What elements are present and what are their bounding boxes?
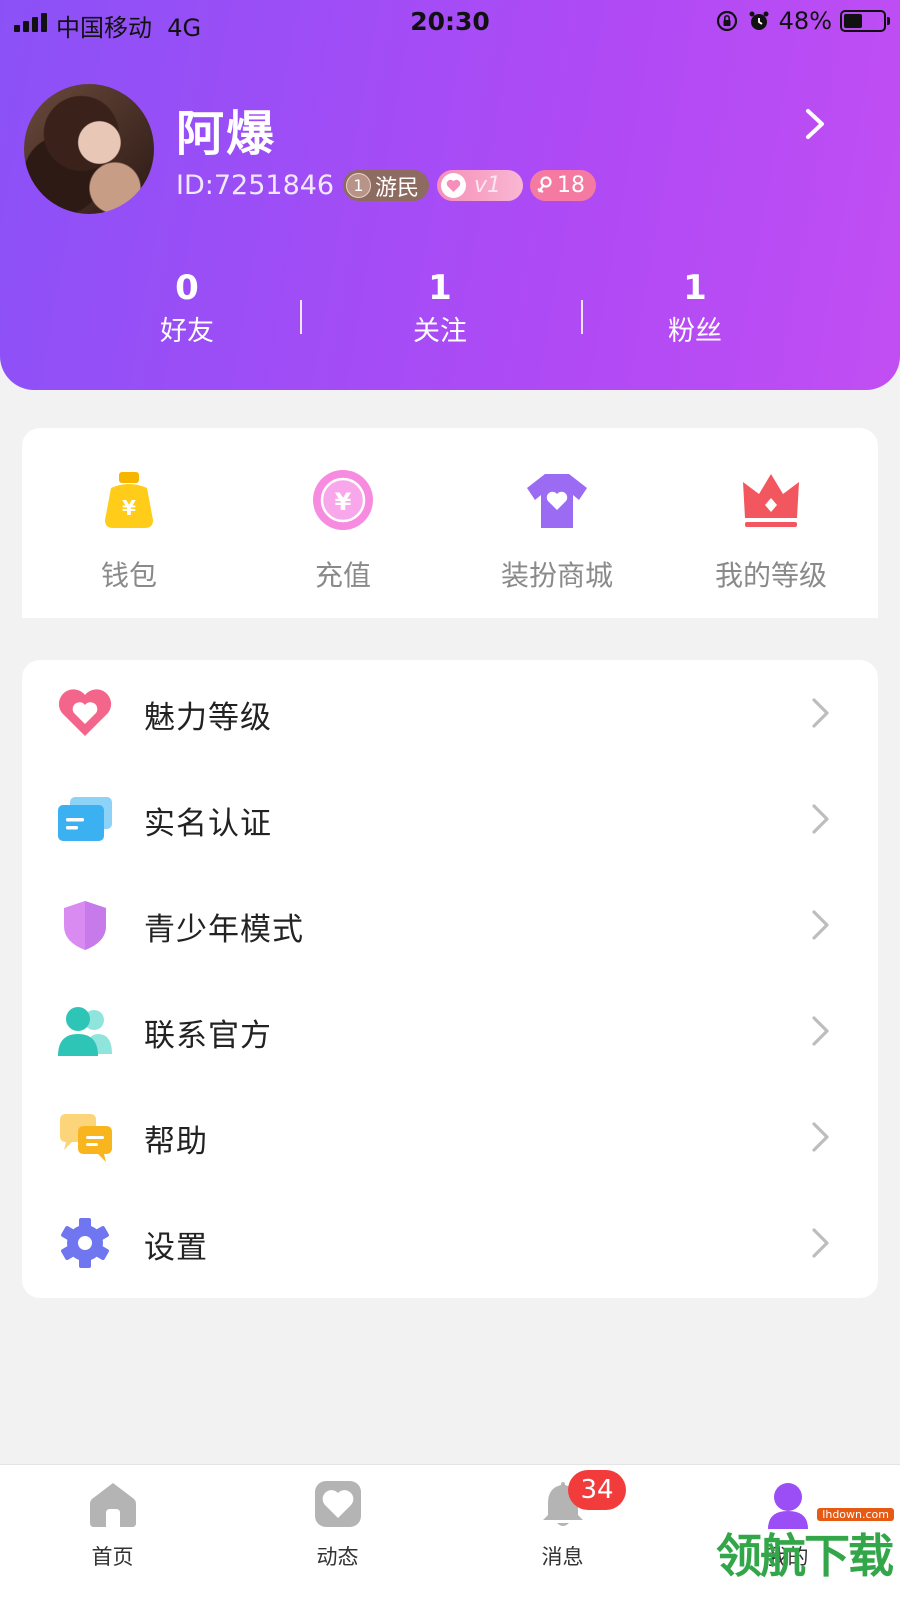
menu-item-teen-mode[interactable]: 青少年模式 (22, 872, 878, 978)
my-level-button[interactable]: 我的等级 (664, 428, 878, 618)
rank-badge: 1 游民 (343, 170, 429, 201)
svg-text:¥: ¥ (122, 496, 136, 520)
chevron-right-icon (812, 1016, 829, 1046)
id-card-icon (58, 797, 112, 841)
recharge-label: 充值 (314, 559, 371, 592)
chevron-right-icon (812, 804, 829, 834)
rank-label: 游民 (375, 175, 420, 201)
quick-actions-card: ¥ 钱包 ¥ 充值 装扮商城 我的等级 (22, 428, 878, 618)
crown-icon (743, 474, 799, 527)
menu-item-contact-official[interactable]: 联系官方 (22, 978, 878, 1084)
watermark-text: 领航下载 (716, 1529, 894, 1583)
dress-up-store-label: 装扮商城 (500, 559, 613, 592)
stat-following-label: 关注 (413, 316, 467, 347)
stat-fans-label: 粉丝 (668, 316, 722, 347)
recharge-button[interactable]: ¥ 充值 (236, 428, 450, 618)
profile-chevron-right-icon[interactable] (800, 106, 830, 142)
contacts-icon (58, 1007, 112, 1056)
moments-icon (315, 1481, 361, 1527)
dress-up-store-icon (527, 474, 587, 528)
user-id: ID:7251846 (176, 170, 335, 201)
rank-number: 1 (346, 173, 371, 198)
tab-moments-label: 动态 (316, 1545, 359, 1569)
menu-item-real-name-verification[interactable]: 实名认证 (22, 766, 878, 872)
stat-friends-value: 0 (175, 268, 199, 308)
avatar[interactable] (24, 84, 154, 214)
menu-item-label: 青少年模式 (144, 912, 304, 948)
vip-level: v1 (474, 173, 502, 198)
chevron-right-icon (812, 910, 829, 940)
svg-text:¥: ¥ (335, 488, 352, 516)
gender-age-badge: 18 (530, 170, 596, 201)
menu-item-settings[interactable]: 设置 (22, 1190, 878, 1296)
chevron-right-icon (812, 698, 829, 728)
shield-icon (64, 901, 106, 950)
battery-icon (840, 10, 890, 32)
home-icon (90, 1483, 136, 1527)
chat-bubbles-icon (60, 1114, 112, 1162)
my-level-label: 我的等级 (714, 559, 827, 592)
tab-moments[interactable]: 动态 (225, 1465, 450, 1601)
username: 阿爆 (176, 106, 277, 162)
status-bar: 中国移动 4G 20:30 48% (0, 0, 900, 46)
menu-item-help[interactable]: 帮助 (22, 1084, 878, 1190)
vip-heart-icon (441, 173, 466, 198)
female-icon (537, 175, 552, 193)
chevron-right-icon (812, 1122, 829, 1152)
gear-icon (61, 1218, 109, 1268)
menu-item-charm-level[interactable]: 魅力等级 (22, 660, 878, 766)
wallet-icon: ¥ (105, 472, 153, 528)
age: 18 (557, 173, 585, 198)
menu-item-label: 魅力等级 (144, 700, 272, 736)
stat-friends[interactable]: 0 好友 (87, 268, 287, 352)
menu-item-label: 帮助 (144, 1124, 208, 1160)
vip-badge: v1 (437, 170, 523, 201)
heart-icon (58, 689, 112, 736)
site-watermark: lhdown.com 领航下载 (716, 1502, 900, 1600)
settings-menu: 魅力等级 实名认证 青少年模式 联系官方 帮助 设置 (22, 660, 878, 1298)
chevron-right-icon (812, 1228, 829, 1258)
tab-home[interactable]: 首页 (0, 1465, 225, 1601)
wallet-button[interactable]: ¥ 钱包 (22, 428, 236, 618)
wallet-label: 钱包 (100, 559, 157, 592)
dress-up-store-button[interactable]: 装扮商城 (450, 428, 664, 618)
profile-header: 中国移动 4G 20:30 48% 阿爆 ID:7251846 1 游民 v1 … (0, 0, 900, 390)
tab-messages[interactable]: 消息 (450, 1465, 675, 1601)
stat-fans-value: 1 (683, 268, 707, 308)
menu-item-label: 设置 (144, 1230, 208, 1266)
stat-friends-label: 好友 (160, 316, 214, 347)
stat-divider (300, 300, 302, 334)
stat-following[interactable]: 1 关注 (340, 268, 540, 352)
recharge-icon: ¥ (313, 470, 373, 530)
tab-messages-label: 消息 (541, 1545, 584, 1569)
alarm-icon (749, 11, 769, 30)
stat-fans[interactable]: 1 粉丝 (595, 268, 795, 352)
menu-item-label: 实名认证 (144, 806, 272, 842)
rotation-lock-icon (716, 10, 737, 32)
unread-count-badge: 34 (568, 1470, 626, 1510)
stat-divider (581, 300, 583, 334)
menu-item-label: 联系官方 (144, 1018, 272, 1054)
stat-following-value: 1 (428, 268, 452, 308)
tab-home-label: 首页 (91, 1545, 134, 1569)
battery-percent: 48% (778, 7, 832, 35)
